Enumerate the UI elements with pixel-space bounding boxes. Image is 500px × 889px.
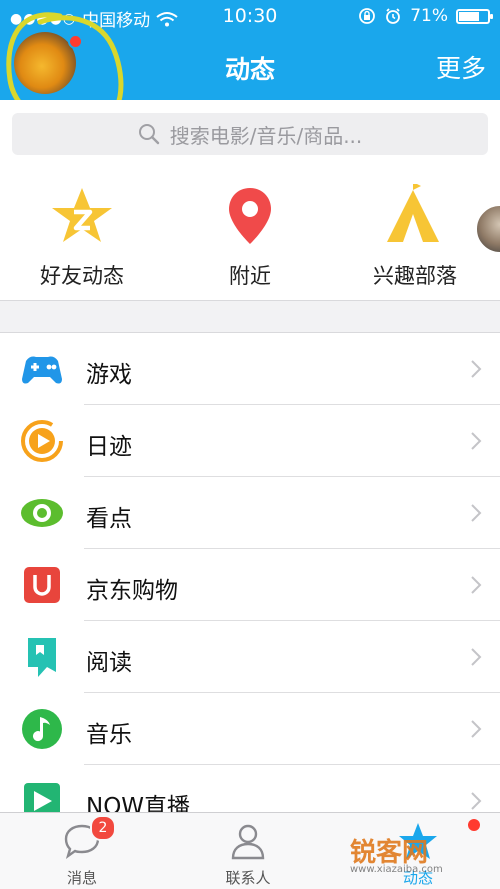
chevron-right-icon [471, 504, 482, 522]
list-item-label: 京东购物 [86, 578, 178, 604]
list-item-label: 看点 [86, 506, 132, 532]
status-bar: ●●●●○ 中国移动 10:30 71% [0, 0, 500, 34]
chevron-right-icon [471, 792, 482, 810]
quick-interest-tribe[interactable]: 兴趣部落 [335, 182, 500, 290]
friends-star-icon [50, 184, 114, 248]
tribe-tent-icon [383, 182, 500, 254]
play-circle-icon [21, 420, 63, 462]
list-item-label: 日迹 [86, 434, 132, 460]
search-section: 搜索电影/音乐/商品... [0, 100, 500, 170]
gamepad-icon [22, 356, 62, 384]
music-note-icon [22, 709, 62, 749]
list-item-music[interactable]: 音乐 [0, 693, 500, 765]
tab-label: 动态 [402, 869, 433, 887]
list-item-reading[interactable]: 阅读 [0, 621, 500, 693]
battery-fill [459, 11, 479, 21]
tab-feed[interactable]: 动态 [358, 819, 480, 888]
more-button[interactable]: 更多 [436, 49, 486, 85]
location-pin-icon [218, 184, 282, 248]
list-item-label: 阅读 [86, 650, 132, 676]
list-item-label: 音乐 [86, 722, 132, 748]
quick-nearby[interactable]: 附近 [170, 184, 330, 290]
chevron-right-icon [471, 360, 482, 378]
chat-bubble-icon: 2 [62, 815, 116, 861]
person-icon [228, 821, 268, 861]
quick-label: 附近 [229, 264, 271, 288]
feed-notification-dot [468, 819, 480, 831]
unread-badge: 2 [90, 815, 116, 841]
rotation-lock-icon [359, 8, 376, 24]
chevron-right-icon [471, 720, 482, 738]
battery-icon [456, 8, 493, 24]
search-placeholder: 搜索电影/音乐/商品... [169, 123, 363, 148]
avatar-notification-dot [68, 34, 83, 49]
alarm-icon [386, 8, 401, 24]
feature-list: 游戏 日迹 看点 京东购物 阅读 音乐 NOW直播 [0, 332, 500, 837]
list-item-daily[interactable]: 日迹 [0, 405, 500, 477]
tab-label: 消息 [66, 869, 97, 887]
search-input[interactable]: 搜索电影/音乐/商品... [12, 113, 488, 155]
tribe-photo-avatar [475, 204, 500, 254]
list-item-kandian[interactable]: 看点 [0, 477, 500, 549]
quick-label: 兴趣部落 [373, 264, 457, 288]
chevron-right-icon [471, 432, 482, 450]
list-item-label: 游戏 [86, 362, 132, 388]
eye-icon [21, 499, 63, 527]
tab-label: 联系人 [225, 869, 271, 887]
quick-label: 好友动态 [40, 264, 124, 288]
chevron-right-icon [471, 648, 482, 666]
jd-bag-icon [24, 567, 60, 603]
book-icon [28, 638, 56, 677]
avatar[interactable] [14, 32, 76, 94]
battery-percent: 71% [410, 6, 448, 26]
chevron-right-icon [471, 576, 482, 594]
status-right: 71% [358, 6, 493, 26]
star-icon [398, 819, 480, 861]
quick-entries: 好友动态 附近 兴趣部落 [0, 170, 500, 301]
tab-bar: 2 消息 联系人 动态 [0, 812, 500, 889]
list-item-jd-shopping[interactable]: 京东购物 [0, 549, 500, 621]
quick-friends-feed[interactable]: 好友动态 [2, 184, 162, 290]
header-bar: ●●●●○ 中国移动 10:30 71% 动态 更多 [0, 0, 500, 100]
list-item-games[interactable]: 游戏 [0, 333, 500, 405]
tab-messages[interactable]: 2 消息 [22, 815, 142, 888]
tab-contacts[interactable]: 联系人 [188, 821, 308, 888]
search-icon [138, 124, 159, 145]
